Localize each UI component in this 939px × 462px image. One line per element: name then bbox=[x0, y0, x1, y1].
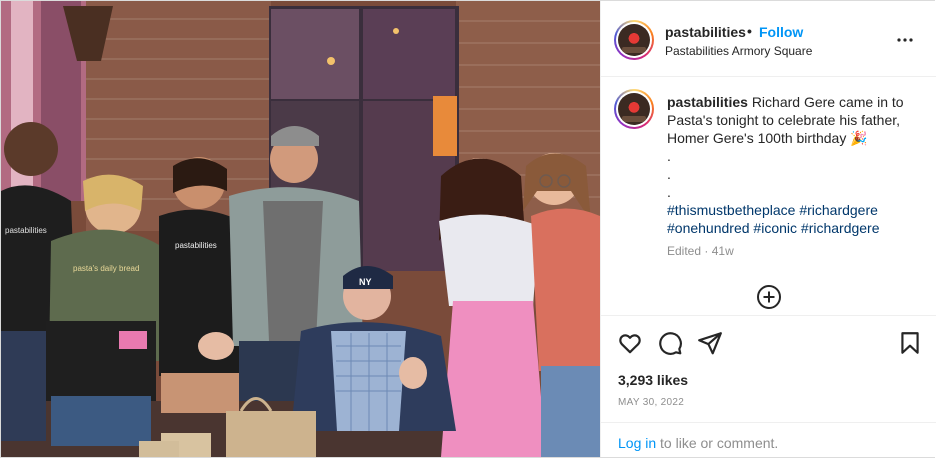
plus-circle-icon[interactable] bbox=[756, 284, 782, 310]
more-options-icon[interactable] bbox=[893, 28, 917, 52]
caption-username[interactable]: pastabilities bbox=[667, 94, 748, 110]
caption-profile-picture bbox=[618, 93, 650, 125]
caption-text: pastabilities Richard Gere came in to Pa… bbox=[667, 93, 925, 237]
hashtag-link[interactable]: #onehundred bbox=[667, 220, 750, 236]
login-text: Log in to like or comment. bbox=[618, 435, 778, 451]
hashtag-link[interactable]: #iconic bbox=[753, 220, 797, 236]
login-suffix: to like or comment. bbox=[656, 435, 779, 451]
svg-text:NY: NY bbox=[359, 277, 372, 287]
separator-dot: • bbox=[747, 23, 752, 39]
avatar[interactable] bbox=[614, 20, 654, 60]
caption-dot: . bbox=[667, 166, 671, 182]
instagram-post-embed: pastabilities pasta's daily bread pastab… bbox=[0, 0, 936, 458]
profile-picture bbox=[618, 24, 650, 56]
svg-text:pastabilities: pastabilities bbox=[5, 226, 47, 235]
svg-text:pastabilities: pastabilities bbox=[175, 241, 217, 250]
caption-dots: . . . bbox=[667, 147, 925, 201]
svg-text:pasta's daily bread: pasta's daily bread bbox=[73, 264, 139, 273]
caption-avatar[interactable] bbox=[614, 89, 654, 129]
follow-button[interactable]: Follow bbox=[759, 24, 803, 40]
post-photo[interactable]: pastabilities pasta's daily bread pastab… bbox=[1, 1, 600, 457]
caption-dot: . bbox=[667, 184, 671, 200]
likes-count[interactable]: 3,293 likes bbox=[618, 372, 688, 388]
hashtag-link[interactable]: #richardgere bbox=[801, 220, 880, 236]
login-prompt: Log in to like or comment. bbox=[601, 422, 936, 457]
login-link[interactable]: Log in bbox=[618, 435, 656, 451]
location-link[interactable]: Pastabilities Armory Square bbox=[665, 44, 812, 58]
edited-meta: Edited · 41w bbox=[667, 244, 734, 258]
caption-section: pastabilities Richard Gere came in to Pa… bbox=[601, 78, 936, 316]
actions-section: 3,293 likes MAY 30, 2022 bbox=[601, 315, 936, 420]
header-username[interactable]: pastabilities bbox=[665, 24, 746, 40]
caption-dot: . bbox=[667, 148, 671, 164]
bookmark-icon[interactable] bbox=[897, 330, 923, 356]
more-horizontal-icon bbox=[897, 38, 913, 42]
post-header: pastabilities • Follow Pastabilities Arm… bbox=[601, 1, 936, 77]
post-age[interactable]: 41w bbox=[712, 244, 734, 258]
heart-icon[interactable] bbox=[617, 330, 643, 356]
hashtag-link[interactable]: #thismustbetheplace bbox=[667, 202, 795, 218]
hashtag-link[interactable]: #richardgere bbox=[799, 202, 878, 218]
hashtag-list: #thismustbetheplace #richardgere #onehun… bbox=[667, 201, 925, 237]
post-date: MAY 30, 2022 bbox=[618, 397, 685, 408]
edited-label: Edited bbox=[667, 244, 702, 258]
share-icon[interactable] bbox=[697, 330, 723, 356]
photo-illustration: pastabilities pasta's daily bread pastab… bbox=[1, 1, 600, 457]
meta-separator: · bbox=[704, 244, 709, 258]
comment-icon[interactable] bbox=[657, 330, 683, 356]
post-side-panel: pastabilities • Follow Pastabilities Arm… bbox=[600, 1, 936, 457]
